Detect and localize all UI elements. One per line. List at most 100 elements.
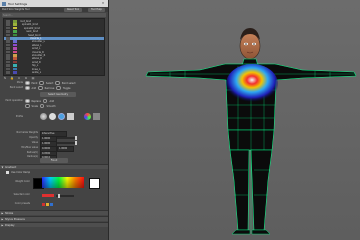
search-bar[interactable]: Search... <box>2 13 106 17</box>
window-titlebar: Tool Settings ✕ <box>0 0 108 7</box>
lock-toggle-icon[interactable] <box>6 71 10 74</box>
weight-color-label: Weight Color <box>15 180 30 183</box>
influence-toolbar: ⇅ 🔒 ⊙ ⧉ ▤ <box>3 75 103 80</box>
stylus-pressure-section-header[interactable]: ▶ Stylus Pressure <box>0 216 108 221</box>
mode-paint-select-label: Paint select <box>61 81 76 85</box>
max-color-swatch[interactable] <box>89 178 100 189</box>
smooth-radio[interactable] <box>39 103 45 109</box>
influence-color-swatch <box>13 37 17 40</box>
influence-color-swatch <box>13 60 17 64</box>
mode-paint-radio[interactable] <box>25 80 30 86</box>
lock-toggle-icon[interactable] <box>6 30 10 33</box>
flood-button[interactable]: Flood <box>40 158 68 163</box>
add-label: Add <box>31 86 37 90</box>
replace-radio[interactable] <box>25 98 30 104</box>
influence-color-swatch <box>13 67 17 71</box>
lock-toggle-icon[interactable] <box>6 60 10 64</box>
normalize-label: Normalize Weights <box>16 131 39 134</box>
paint-operation-row: Paint operation Replace Add <box>3 98 103 104</box>
lock-toggle-icon[interactable] <box>6 26 10 30</box>
lock-toggle-icon[interactable] <box>6 64 10 67</box>
lock-toggle-icon[interactable] <box>6 67 10 71</box>
viewport[interactable] <box>108 0 360 240</box>
lock-toggle-icon[interactable] <box>6 40 10 43</box>
influence-color-swatch <box>13 50 17 54</box>
influence-list[interactable]: root_bind spine01_bind spine02_bind neck_bi… <box>3 18 105 76</box>
selected-color-swatch[interactable] <box>42 194 54 197</box>
value-slider[interactable] <box>57 141 77 145</box>
paint-select-label: Paint select <box>9 86 23 89</box>
color-ramp[interactable] <box>42 177 84 188</box>
scale-radio[interactable] <box>25 103 30 109</box>
radius-l-label: Radius(L) <box>27 155 38 158</box>
preset-yellow[interactable] <box>46 203 49 206</box>
add-radio[interactable] <box>25 85 30 91</box>
max-value-field[interactable]: 1.0000 <box>57 146 74 152</box>
add-op-radio[interactable] <box>42 98 48 104</box>
lock-toggle-icon[interactable] <box>6 43 10 47</box>
mode-select-radio[interactable] <box>39 80 44 86</box>
soft-brush-icon[interactable] <box>40 113 47 120</box>
color-brush-icon[interactable] <box>84 113 91 120</box>
preset-red[interactable] <box>42 203 45 206</box>
profile-label: Profile <box>15 115 23 118</box>
lock-toggle-icon[interactable] <box>6 54 10 57</box>
influence-color-swatch <box>13 64 17 67</box>
mode-paint-label: Paint <box>31 81 38 85</box>
copy-icon[interactable]: ⧉ <box>24 76 28 80</box>
toggle-label: Toggle <box>62 86 71 90</box>
reset-tool-button[interactable]: Reset Tool <box>64 7 83 12</box>
hard-brush-icon[interactable] <box>49 113 56 120</box>
window-title: Tool Settings <box>8 1 28 6</box>
unlock-icon[interactable]: ⊙ <box>17 76 21 80</box>
toggle-radio[interactable] <box>56 85 61 91</box>
remove-radio[interactable] <box>38 85 43 91</box>
selected-color-slider[interactable] <box>56 194 74 198</box>
mode-label: Mode <box>16 81 23 84</box>
influence-color-swatch <box>13 43 17 47</box>
mode-select-label: Select <box>45 81 54 85</box>
preset-blue[interactable] <box>50 203 53 206</box>
display-section-header[interactable]: ▶ Display <box>0 222 108 227</box>
lock-toggle-icon[interactable] <box>6 37 10 40</box>
paste-icon[interactable]: ▤ <box>31 76 35 80</box>
character-model[interactable] <box>108 0 360 240</box>
use-color-ramp-row: Use Color Ramp <box>6 170 106 174</box>
selected-color-label: Selected color <box>13 193 30 196</box>
mode-paint-select-radio[interactable] <box>55 80 60 86</box>
use-color-ramp-checkbox[interactable] <box>6 170 9 174</box>
select-geometry-button[interactable]: Select Geometry <box>40 92 76 97</box>
stroke-section-title: Stroke <box>5 212 14 215</box>
color-presets-label: Color presets <box>14 202 30 205</box>
tool-settings-panel: Tool Settings ✕ Paint Skin Weights Tool … <box>0 0 109 240</box>
solid-brush-icon[interactable] <box>58 113 65 120</box>
tool-help-button[interactable]: Tool Help <box>88 7 105 12</box>
search-input[interactable]: Search... <box>3 14 13 17</box>
paint-select-row: Paint select Add Remove Toggle <box>3 85 103 91</box>
add-op-label: Add <box>49 99 55 103</box>
sort-icon[interactable]: ⇅ <box>3 76 7 80</box>
lock-toggle-icon[interactable] <box>6 50 10 54</box>
lock-toggle-icon[interactable] <box>6 57 10 60</box>
gradient-section-header[interactable]: ▼ Gradient <box>0 164 108 169</box>
lock-toggle-icon[interactable] <box>6 20 10 23</box>
lock-toggle-icon[interactable] <box>6 33 10 37</box>
influence-color-swatch <box>13 54 17 57</box>
mode-row: Mode Paint Select Paint select <box>3 80 103 86</box>
influence-color-swatch <box>13 47 17 50</box>
replace-label: Replace <box>31 99 41 103</box>
tool-header: Paint Skin Weights Tool Reset Tool Tool … <box>0 7 108 12</box>
folder-icon[interactable] <box>93 113 100 120</box>
opacity-label: Opacity <box>29 136 38 139</box>
close-icon[interactable]: ✕ <box>100 1 106 6</box>
app-icon <box>2 1 6 6</box>
gradient-section-title: Gradient <box>5 166 17 169</box>
stroke-section-header[interactable]: ▶ Stroke <box>0 210 108 215</box>
opacity-slider[interactable] <box>57 136 77 140</box>
square-brush-icon[interactable] <box>67 113 74 120</box>
lock-icon[interactable]: 🔒 <box>10 76 14 80</box>
influence-row[interactable]: ankle_L <box>4 71 104 74</box>
influence-color-swatch <box>13 26 17 30</box>
lock-toggle-icon[interactable] <box>6 23 10 26</box>
lock-toggle-icon[interactable] <box>6 47 10 50</box>
